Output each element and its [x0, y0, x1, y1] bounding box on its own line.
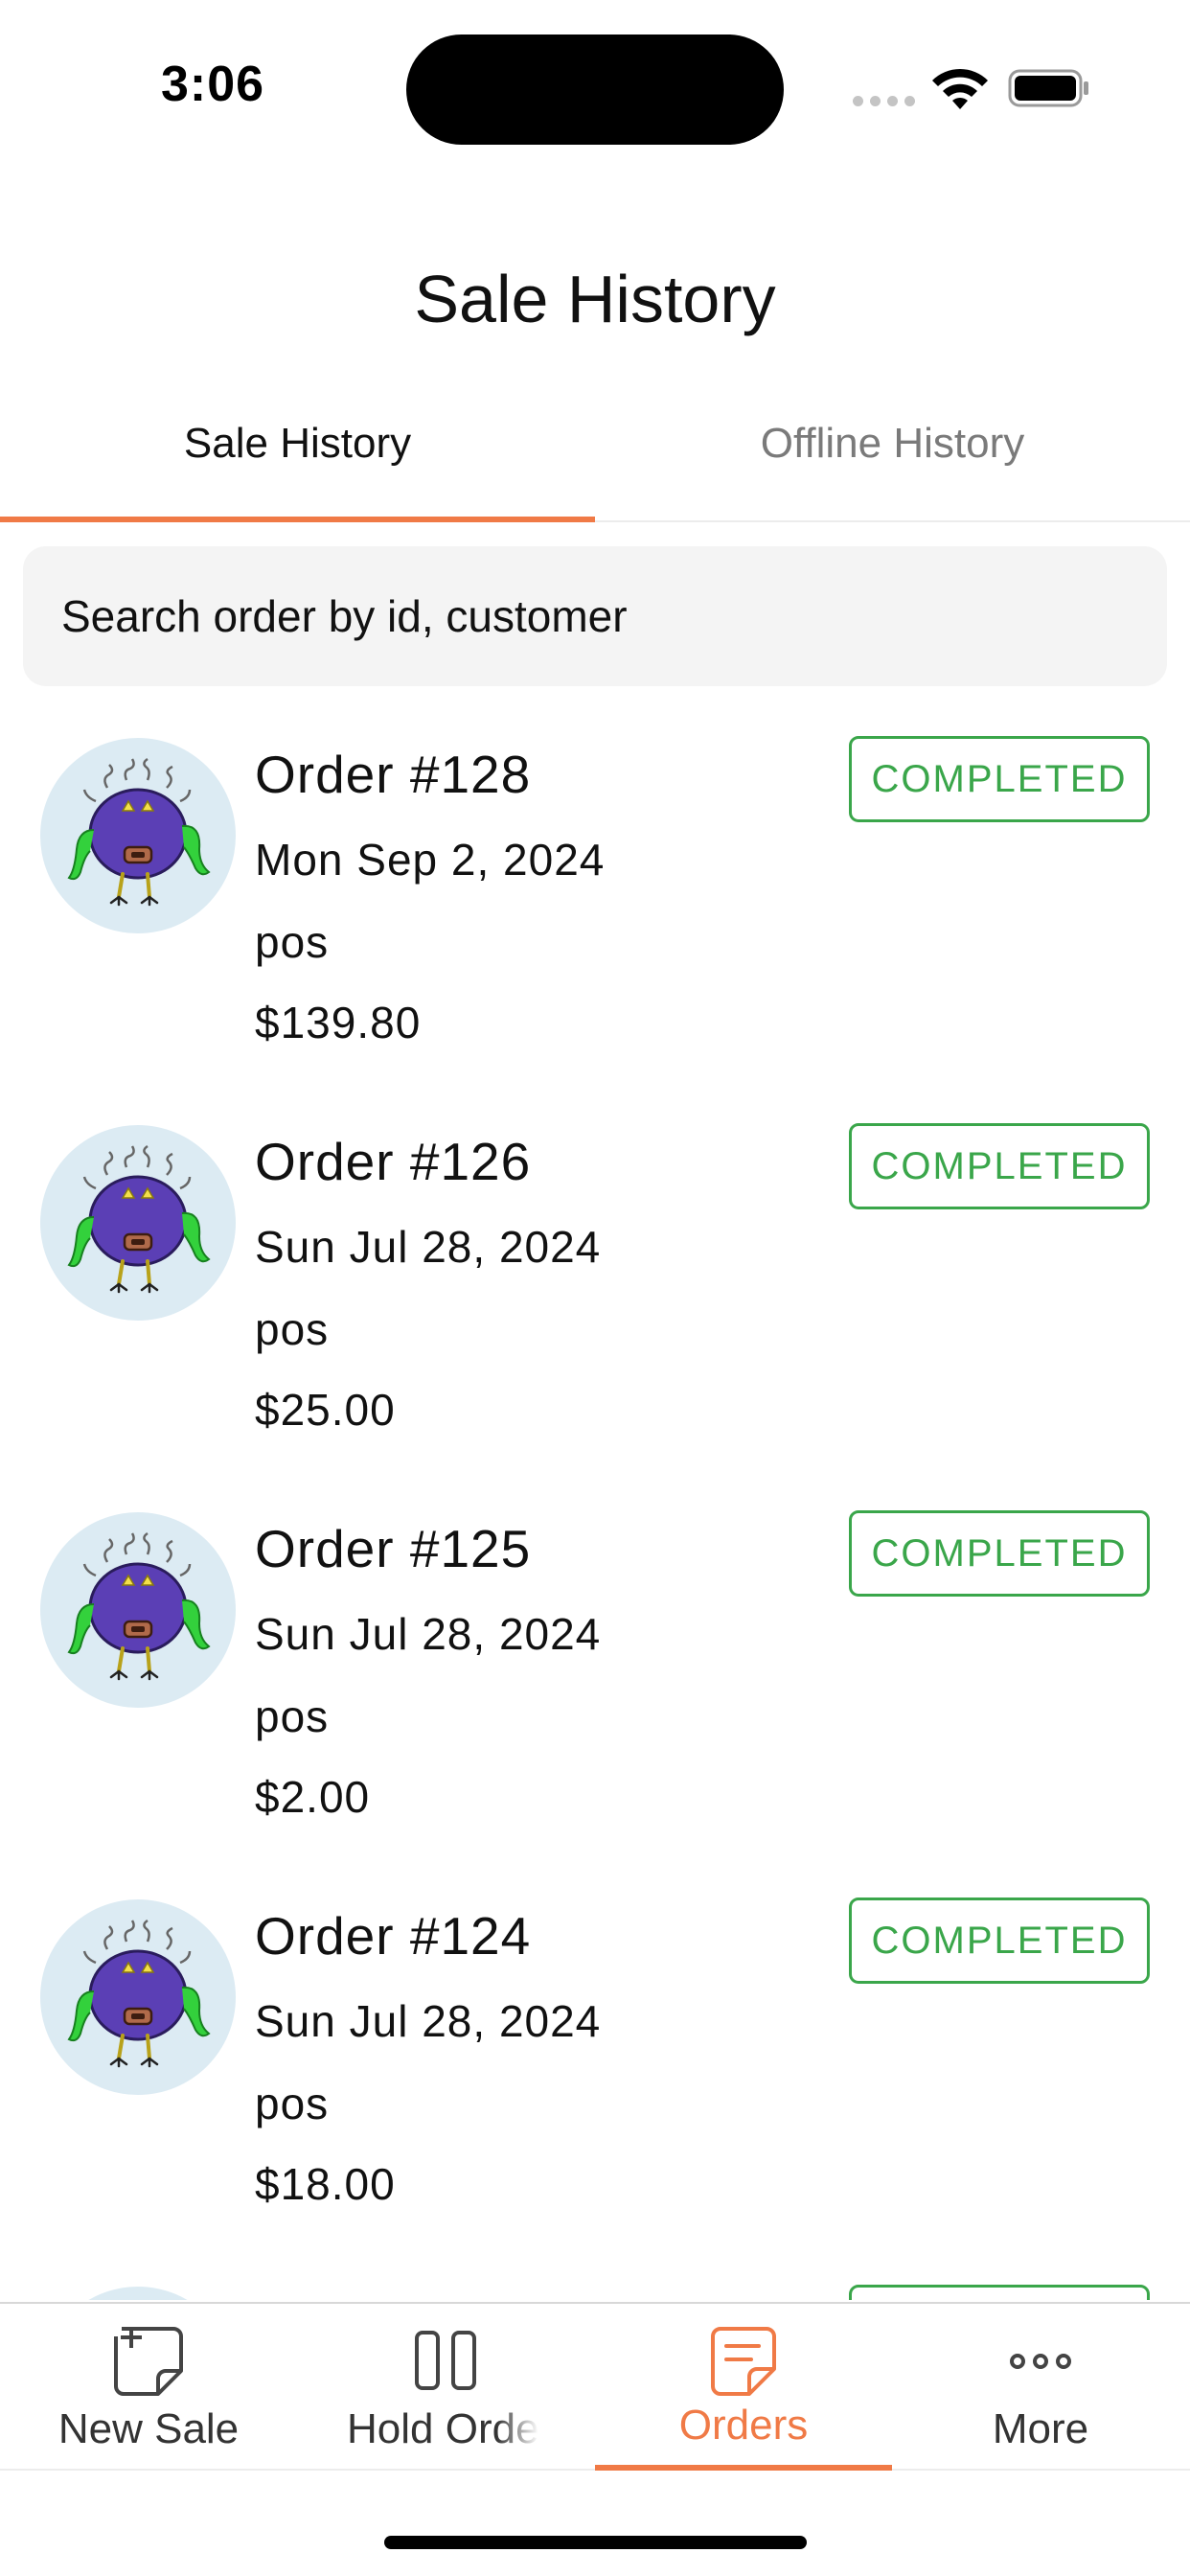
nav-more[interactable]: More — [892, 2304, 1189, 2471]
monster-avatar-icon — [67, 1919, 211, 2068]
order-number: Order #128 — [255, 745, 532, 804]
monster-avatar-icon — [40, 2287, 236, 2300]
app-root: 3:06 Sale History Sale History Offline H… — [0, 0, 1190, 2576]
customer-avatar — [40, 1512, 236, 1708]
customer-avatar — [40, 1899, 236, 2095]
nav-new-sale[interactable]: New Sale — [0, 2304, 297, 2471]
tab-offline-history[interactable]: Offline History — [595, 402, 1190, 522]
status-time: 3:06 — [161, 57, 265, 112]
order-date: Sun Jul 28, 2024 — [255, 1996, 602, 2046]
order-number: Order #123 — [255, 2292, 531, 2300]
monster-avatar-icon — [67, 757, 211, 907]
orders-icon — [711, 2327, 776, 2396]
order-number: Order #124 — [255, 1906, 532, 1966]
status-badge: COMPLETED — [849, 736, 1150, 822]
bottom-nav: New Sale Hold Orde Orders More — [0, 2302, 1190, 2471]
status-badge: COMPLETED — [849, 1123, 1150, 1209]
active-tab-indicator — [0, 517, 595, 522]
home-indicator[interactable] — [384, 2536, 807, 2549]
order-total: $18.00 — [255, 2159, 396, 2209]
nav-orders[interactable]: Orders — [595, 2304, 892, 2471]
search-placeholder: Search order by id, customer — [61, 591, 628, 641]
dynamic-island — [406, 34, 784, 145]
order-date: Sun Jul 28, 2024 — [255, 1222, 602, 1272]
order-total: $139.80 — [255, 998, 422, 1047]
more-icon — [1010, 2354, 1071, 2369]
status-badge: COMPLETED — [849, 1510, 1150, 1597]
customer-avatar — [40, 2287, 236, 2300]
hold-order-icon — [415, 2331, 476, 2390]
nav-label: More — [992, 2405, 1089, 2452]
cellular-signal-icon — [853, 96, 915, 106]
status-bar: 3:06 — [0, 0, 1190, 182]
order-date: Mon Sep 2, 2024 — [255, 835, 606, 885]
nav-active-indicator — [595, 2465, 892, 2471]
nav-label: New Sale — [57, 2405, 240, 2452]
customer-avatar — [40, 738, 236, 933]
order-row[interactable]: Order #124 Sun Jul 28, 2024 pos $18.00 C… — [0, 1869, 1190, 2256]
nav-label: Hold Orde — [347, 2405, 538, 2452]
nav-hold-order[interactable]: Hold Orde — [297, 2304, 594, 2471]
order-total: $2.00 — [255, 1772, 371, 1822]
order-number: Order #125 — [255, 1519, 532, 1578]
tab-sale-history[interactable]: Sale History — [0, 402, 595, 522]
order-number: Order #126 — [255, 1132, 532, 1191]
nav-label: Orders — [678, 2402, 809, 2449]
order-source: pos — [255, 2079, 330, 2128]
order-list[interactable]: Order #128 Mon Sep 2, 2024 pos $139.80 C… — [0, 707, 1190, 2300]
page-title: Sale History — [414, 262, 776, 336]
order-source: pos — [255, 917, 330, 967]
wifi-icon — [932, 68, 988, 109]
battery-icon — [1008, 69, 1088, 107]
order-source: pos — [255, 1691, 330, 1741]
monster-avatar-icon — [67, 1144, 211, 1294]
order-total: $25.00 — [255, 1385, 396, 1435]
order-row[interactable]: Order #128 Mon Sep 2, 2024 pos $139.80 C… — [0, 707, 1190, 1094]
order-date: Sun Jul 28, 2024 — [255, 1609, 602, 1659]
status-badge — [849, 2285, 1150, 2300]
order-source: pos — [255, 1304, 330, 1354]
monster-avatar-icon — [67, 1531, 211, 1681]
search-input[interactable]: Search order by id, customer — [23, 546, 1167, 686]
tab-bar: Sale History Offline History — [0, 402, 1190, 522]
order-row[interactable]: Order #126 Sun Jul 28, 2024 pos $25.00 C… — [0, 1094, 1190, 1482]
status-badge: COMPLETED — [849, 1898, 1150, 1984]
customer-avatar — [40, 1125, 236, 1321]
order-row[interactable]: Order #123 — [0, 2256, 1190, 2300]
new-sale-icon — [114, 2327, 183, 2396]
order-row[interactable]: Order #125 Sun Jul 28, 2024 pos $2.00 CO… — [0, 1482, 1190, 1869]
